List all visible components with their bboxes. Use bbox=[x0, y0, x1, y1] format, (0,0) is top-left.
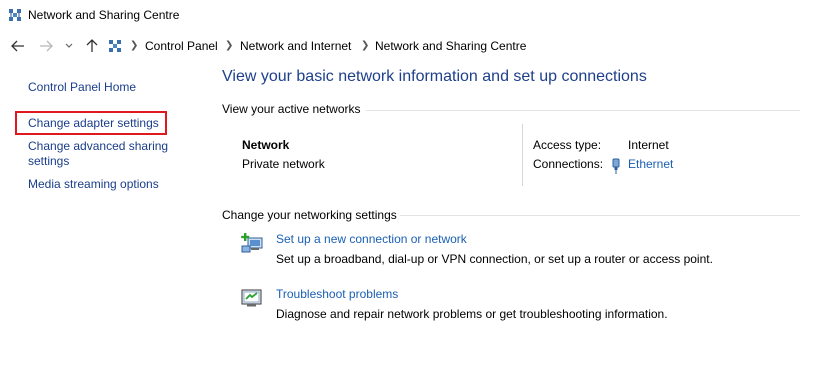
window-title: Network and Sharing Centre bbox=[28, 8, 180, 22]
sidebar: Control Panel Home Change adapter settin… bbox=[0, 60, 200, 387]
chevron-right-icon: ❯ bbox=[361, 40, 370, 51]
troubleshoot-icon bbox=[241, 289, 262, 307]
page-title: View your basic network information and … bbox=[222, 68, 647, 85]
breadcrumb-control-panel[interactable]: Control Panel bbox=[145, 39, 218, 53]
section-divider bbox=[366, 110, 800, 111]
active-networks-header: View your active networks bbox=[222, 102, 361, 116]
main-content: View your basic network information and … bbox=[210, 60, 810, 387]
breadcrumb-network-and-sharing-centre[interactable]: Network and Sharing Centre bbox=[375, 39, 526, 53]
ethernet-icon bbox=[612, 158, 620, 174]
address-bar: ❯ Control Panel ❯ Network and Internet ❯… bbox=[0, 34, 817, 60]
network-type: Private network bbox=[242, 157, 325, 171]
chevron-right-icon: ❯ bbox=[225, 40, 234, 51]
sidebar-item-change-adapter-settings[interactable]: Change adapter settings bbox=[28, 116, 159, 131]
recent-locations-button[interactable] bbox=[63, 38, 75, 54]
setup-new-connection-link[interactable]: Set up a new connection or network bbox=[276, 232, 467, 246]
network-name: Network bbox=[242, 138, 290, 152]
troubleshoot-problems-description: Diagnose and repair network problems or … bbox=[276, 307, 668, 321]
ethernet-connection-link[interactable]: Ethernet bbox=[628, 157, 673, 171]
breadcrumb-network-and-internet[interactable]: Network and Internet bbox=[240, 39, 351, 53]
setup-new-connection-description: Set up a broadband, dial-up or VPN conne… bbox=[276, 252, 713, 266]
sidebar-item-media-streaming-options[interactable]: Media streaming options bbox=[28, 177, 159, 192]
new-connection-icon bbox=[241, 233, 263, 253]
vertical-divider bbox=[522, 124, 523, 186]
sidebar-item-control-panel-home[interactable]: Control Panel Home bbox=[28, 80, 136, 95]
connections-label: Connections: bbox=[533, 157, 604, 171]
arrow-up-icon bbox=[86, 39, 98, 52]
access-type-label: Access type: bbox=[533, 138, 602, 152]
sidebar-item-change-advanced-sharing-settings[interactable]: Change advanced sharing settings bbox=[28, 139, 188, 169]
network-sharing-centre-icon bbox=[9, 9, 21, 21]
networking-settings-header: Change your networking settings bbox=[222, 208, 397, 222]
control-panel-icon bbox=[109, 40, 121, 52]
up-button[interactable] bbox=[84, 38, 100, 54]
troubleshoot-problems-link[interactable]: Troubleshoot problems bbox=[276, 287, 398, 301]
chevron-right-icon: ❯ bbox=[130, 40, 139, 51]
back-button[interactable] bbox=[10, 38, 26, 54]
access-type-value: Internet bbox=[628, 138, 669, 152]
chevron-down-icon bbox=[65, 43, 73, 48]
arrow-left-icon bbox=[11, 40, 24, 52]
forward-button[interactable] bbox=[38, 38, 54, 54]
title-bar: Network and Sharing Centre bbox=[0, 0, 817, 30]
arrow-right-icon bbox=[40, 40, 53, 52]
section-divider bbox=[400, 215, 800, 216]
